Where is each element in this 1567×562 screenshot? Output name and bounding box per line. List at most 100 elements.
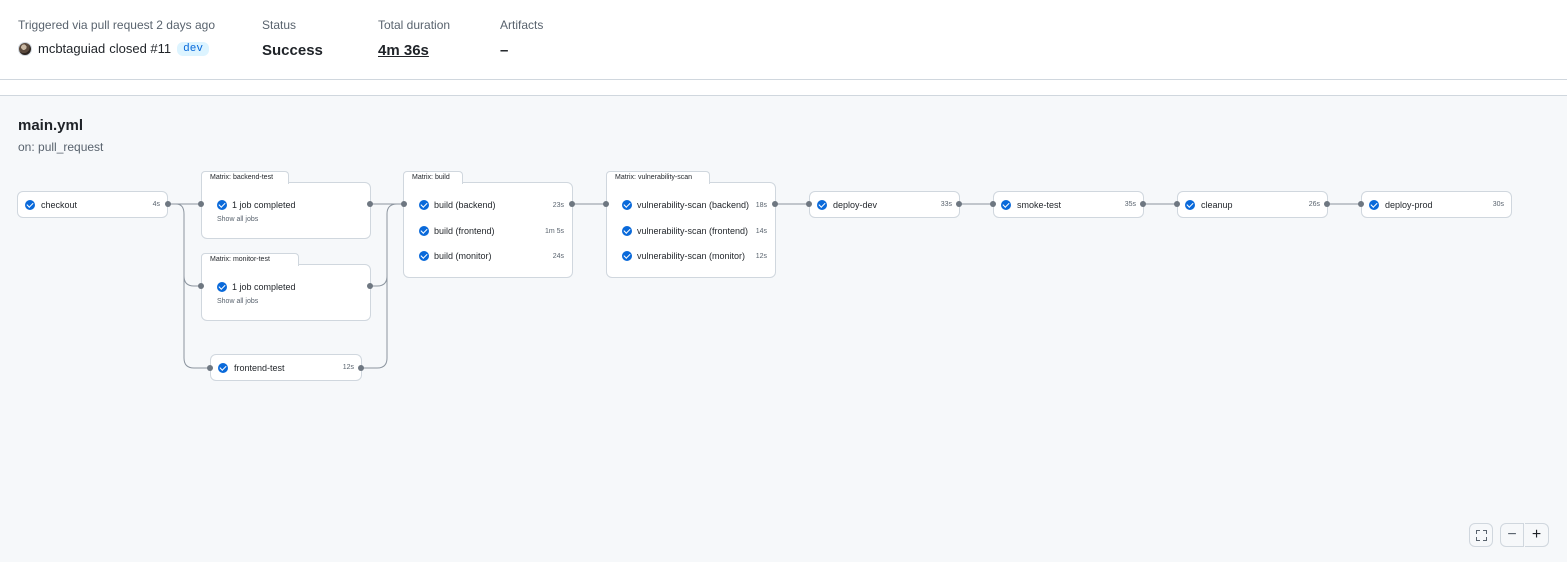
fullscreen-button[interactable] <box>1469 523 1493 547</box>
job-name: build (frontend) <box>434 226 495 236</box>
matrix-job-build-frontend[interactable]: build (frontend) 1m 5s <box>419 224 564 238</box>
job-name: deploy-prod <box>1385 199 1433 210</box>
connector-dot <box>367 283 373 289</box>
connector-dot <box>165 201 171 207</box>
connector-dot <box>1140 201 1146 207</box>
success-check-icon <box>419 251 429 261</box>
job-duration: 26s <box>1308 201 1320 208</box>
job-name: vulnerability-scan (monitor) <box>637 251 746 261</box>
status-value: Success <box>262 42 323 59</box>
status-label: Status <box>262 18 297 32</box>
connector-dot <box>603 201 609 207</box>
job-duration: 33s <box>940 201 952 208</box>
connector-dot <box>207 365 213 371</box>
pr-action[interactable]: closed #11 <box>109 41 171 56</box>
job-connectors <box>168 203 1361 369</box>
job-name: frontend-test <box>234 362 285 373</box>
job-name: cleanup <box>1201 199 1233 210</box>
connector-dot <box>358 365 364 371</box>
job-duration: 24s <box>552 252 564 260</box>
connector-dot <box>367 201 373 207</box>
matrix-monitor-test[interactable]: Matrix: monitor-test 1 job completed Sho… <box>201 253 371 321</box>
job-duration: 12s <box>755 252 767 260</box>
success-check-icon <box>217 282 227 292</box>
matrix-summary: 1 job completed <box>232 282 296 292</box>
zoom-out-button[interactable]: − <box>1500 523 1524 547</box>
matrix-summary: 1 job completed <box>232 200 296 210</box>
success-check-icon <box>218 362 228 373</box>
success-check-icon <box>1001 199 1011 210</box>
job-duration: 4s <box>152 201 160 208</box>
zoom-in-button[interactable]: + <box>1525 523 1549 547</box>
connector-dot <box>1358 201 1364 207</box>
success-check-icon <box>217 200 227 210</box>
job-deploy-dev[interactable]: deploy-dev 33s <box>809 191 960 218</box>
connector-dot <box>198 201 204 207</box>
duration-link[interactable]: 4m 36s <box>378 42 450 60</box>
job-smoke-test[interactable]: smoke-test 35s <box>993 191 1144 218</box>
status-info: Status Success <box>262 18 323 60</box>
artifacts-label: Artifacts <box>500 18 544 32</box>
matrix-job-build-backend[interactable]: build (backend) 23s <box>419 198 564 212</box>
connector-dot <box>990 201 996 207</box>
show-all-jobs-link[interactable]: Show all jobs <box>217 298 258 305</box>
success-check-icon <box>622 200 632 210</box>
duration-info: Total duration 4m 36s <box>378 18 450 60</box>
matrix-label: Matrix: vulnerability-scan <box>606 171 710 184</box>
fullscreen-icon <box>1475 529 1487 541</box>
job-duration: 23s <box>552 201 564 209</box>
success-check-icon <box>622 226 632 236</box>
job-duration: 18s <box>755 201 767 209</box>
job-name: checkout <box>41 199 78 210</box>
connector-dot <box>1324 201 1330 207</box>
job-cleanup[interactable]: cleanup 26s <box>1177 191 1328 218</box>
artifacts-info: Artifacts – <box>500 18 543 60</box>
show-all-jobs-link[interactable]: Show all jobs <box>217 216 258 223</box>
job-checkout[interactable]: checkout 4s <box>17 191 168 218</box>
job-name: vulnerability-scan (backend) <box>637 200 750 210</box>
matrix-summary-row[interactable]: 1 job completed <box>217 280 362 294</box>
success-check-icon <box>419 200 429 210</box>
user-link[interactable]: mcbtaguiad <box>38 41 105 56</box>
matrix-backend-test[interactable]: Matrix: backend-test 1 job completed Sho… <box>201 171 371 239</box>
branch-badge[interactable]: dev <box>177 41 209 56</box>
matrix-build: Matrix: build build (backend) 23s build … <box>403 171 573 278</box>
job-duration: 12s <box>342 364 354 371</box>
job-deploy-prod[interactable]: deploy-prod 30s <box>1361 191 1512 218</box>
success-check-icon <box>419 226 429 236</box>
job-duration: 35s <box>1124 201 1136 208</box>
job-name: build (monitor) <box>434 251 492 261</box>
connector-dot <box>1174 201 1180 207</box>
job-frontend-test[interactable]: frontend-test 12s <box>210 354 362 381</box>
success-check-icon <box>25 199 35 210</box>
matrix-job-build-monitor[interactable]: build (monitor) 24s <box>419 249 564 263</box>
matrix-job-vuln-backend[interactable]: vulnerability-scan (backend) 18s <box>622 198 767 212</box>
matrix-summary-row[interactable]: 1 job completed <box>217 198 362 212</box>
matrix-label: Matrix: backend-test <box>201 171 289 184</box>
matrix-job-vuln-monitor[interactable]: vulnerability-scan (monitor) 12s <box>622 249 767 263</box>
connector-dot <box>806 201 812 207</box>
artifacts-value: – <box>500 42 509 59</box>
matrix-label: Matrix: build <box>403 171 463 184</box>
job-name: smoke-test <box>1017 199 1062 210</box>
connector-dot <box>401 201 407 207</box>
job-name: vulnerability-scan (frontend) <box>637 226 749 236</box>
trigger-label: Triggered via pull request 2 days ago <box>18 18 216 32</box>
connector-dot <box>569 201 575 207</box>
success-check-icon <box>1369 199 1379 210</box>
workflow-graph: main.yml on: pull_request checkout 4s Ma… <box>0 95 1567 562</box>
connector-dot <box>772 201 778 207</box>
duration-label: Total duration <box>378 18 451 32</box>
run-summary: Triggered via pull request 2 days ago mc… <box>0 0 1567 80</box>
trigger-details: mcbtaguiad closed #11 dev <box>18 41 215 56</box>
matrix-job-vuln-frontend[interactable]: vulnerability-scan (frontend) 14s <box>622 224 767 238</box>
success-check-icon <box>622 251 632 261</box>
connector-dot <box>198 283 204 289</box>
job-name: build (backend) <box>434 200 496 210</box>
success-check-icon <box>1185 199 1195 210</box>
job-duration: 1m 5s <box>544 227 564 235</box>
connector-dot <box>956 201 962 207</box>
trigger-info: Triggered via pull request 2 days ago mc… <box>18 18 215 56</box>
matrix-vulnerability-scan: Matrix: vulnerability-scan vulnerability… <box>606 171 776 278</box>
avatar[interactable] <box>18 41 32 56</box>
